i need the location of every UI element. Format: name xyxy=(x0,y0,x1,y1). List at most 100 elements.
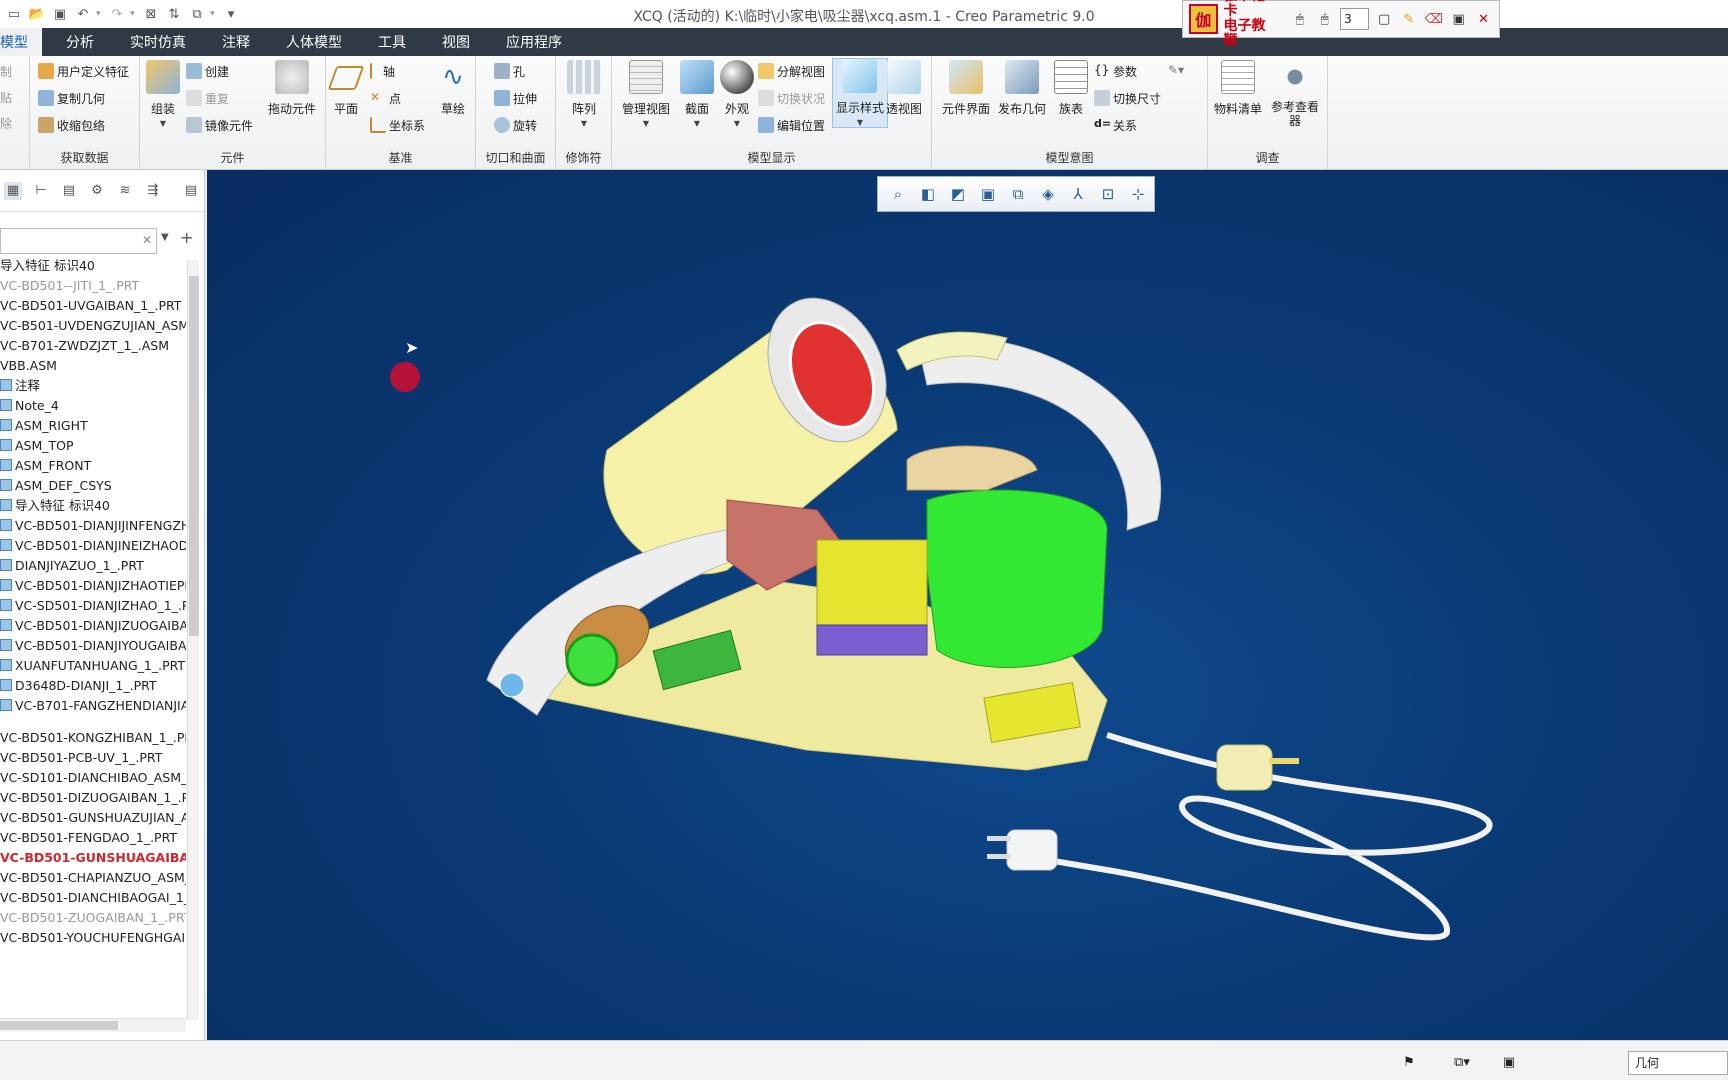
group-label-model-display[interactable]: 模型显示 xyxy=(612,149,931,166)
customize-qat-icon[interactable]: ▾ xyxy=(221,4,241,24)
drag-component-button[interactable]: 拖动元件 xyxy=(268,60,316,117)
tree-item[interactable]: VC-BD501-DIANJIYOUGAIBAI xyxy=(0,636,186,656)
family-table-button[interactable]: 族表 xyxy=(1054,60,1088,117)
axis-button[interactable]: 轴 xyxy=(370,60,395,82)
switch-dimensions-button[interactable]: 切换尺寸 xyxy=(1094,87,1161,109)
pen-size-stepper[interactable]: 3 xyxy=(1340,8,1369,30)
undo-icon[interactable]: ↶ xyxy=(73,4,93,24)
tree-item[interactable]: VC-B501-UVDENGZUJIAN_ASM_1 xyxy=(0,316,186,336)
tree-item[interactable]: VC-BD501-ZUOGAIBAN_1_.PRT xyxy=(0,908,186,928)
tree-item[interactable]: 注释 xyxy=(0,376,186,396)
assemble-button[interactable]: 组装 ▼ xyxy=(146,60,180,128)
tab-applications[interactable]: 应用程序 xyxy=(488,28,580,56)
folder-browser-icon[interactable]: ▤ xyxy=(60,182,78,200)
tab-tools[interactable]: 工具 xyxy=(360,28,424,56)
close-window-icon[interactable]: ⊠ xyxy=(141,4,161,24)
tree-item[interactable]: VC-BD501-GUNSHUAGAIBAN xyxy=(0,848,186,868)
group-label-model-intent[interactable]: 模型意图 xyxy=(932,149,1207,166)
tree-item[interactable]: ASM_RIGHT xyxy=(0,416,186,436)
tree-item[interactable]: 导入特征 标识40 xyxy=(0,496,186,516)
tab-simulation[interactable]: 实时仿真 xyxy=(112,28,204,56)
group-label-cut-surface[interactable]: 切口和曲面 xyxy=(476,149,555,166)
tree-item[interactable]: DIANJIYAZUO_1_.PRT xyxy=(0,556,186,576)
geometry-filter-select[interactable]: 几何 xyxy=(1628,1051,1728,1075)
tree-item[interactable]: VBB.ASM xyxy=(0,356,186,376)
tree-item[interactable]: VC-BD501-KONGZHIBAN_1_.PRT xyxy=(0,728,186,748)
tree-columns-icon[interactable]: ⇶ xyxy=(144,182,162,200)
tree-item[interactable]: VC-BD501-DIANJINEIZHAOD xyxy=(0,536,186,556)
paste-button[interactable]: 贴 xyxy=(0,86,12,108)
tree-item[interactable]: VC-BD501-FENGDAO_1_.PRT xyxy=(0,828,186,848)
clear-search-icon[interactable]: ✕ xyxy=(142,233,152,247)
sketch-button[interactable]: ∿ 草绘 xyxy=(436,60,470,117)
repeat-button[interactable]: 重复 xyxy=(186,87,229,109)
tree-item[interactable]: XUANFUTANHUANG_1_.PRT xyxy=(0,656,186,676)
copy-geometry-button[interactable]: 复制几何 xyxy=(38,87,105,109)
tree-item[interactable]: VC-SD101-DIANCHIBAO_ASM_1_ xyxy=(0,768,186,788)
tab-analysis[interactable]: 分析 xyxy=(48,28,112,56)
edit-position-button[interactable]: 编辑位置 xyxy=(758,114,825,136)
display-style-button[interactable]: 显示样式 ▼ xyxy=(832,58,889,128)
copy-button[interactable]: 制 xyxy=(0,60,12,82)
add-filter-icon[interactable]: + xyxy=(180,228,193,247)
tree-item[interactable]: 导入特征 标识40 xyxy=(0,256,186,276)
tree-hscroll-thumb[interactable] xyxy=(0,1021,118,1030)
close-icon[interactable]: ✕ xyxy=(1474,9,1493,29)
layers-icon[interactable]: ≋ xyxy=(116,182,134,200)
tree-item[interactable]: ASM_TOP xyxy=(0,436,186,456)
parameters-button[interactable]: {} 参数 xyxy=(1094,60,1137,82)
tab-annotate[interactable]: 注释 xyxy=(204,28,268,56)
bom-button[interactable]: 物料清单 xyxy=(1214,60,1262,117)
delete-button[interactable]: 除 xyxy=(0,112,12,134)
group-label-datum[interactable]: 基准 xyxy=(326,149,475,166)
appearance-button[interactable]: 外观 ▼ xyxy=(720,60,754,128)
point-button[interactable]: ✕ 点 xyxy=(370,87,401,109)
tree-item[interactable]: ASM_FRONT xyxy=(0,456,186,476)
search-options-dropdown-icon[interactable]: ▼ xyxy=(161,232,169,243)
tab-manikin[interactable]: 人体模型 xyxy=(268,28,360,56)
graphics-area[interactable]: ⌕ ◧ ◩ ▣ ⧉ ◈ ⅄ ⊡ ⊹ ➤ xyxy=(207,170,1728,1040)
hole-button[interactable]: 孔 xyxy=(494,60,525,82)
tree-vertical-scrollbar[interactable] xyxy=(187,260,199,1020)
tree-item[interactable]: Note_4 xyxy=(0,396,186,416)
redo-dropdown-icon[interactable]: ▾ xyxy=(130,9,138,19)
favorites-icon[interactable]: ▤ xyxy=(182,182,200,200)
tab-view[interactable]: 视图 xyxy=(424,28,488,56)
perspective-button[interactable]: 透视图 xyxy=(886,60,922,117)
relations-button[interactable]: d= 关系 xyxy=(1094,114,1137,136)
csys-button[interactable]: 坐标系 xyxy=(370,114,425,136)
windows-dropdown-icon[interactable]: ▾ xyxy=(210,9,218,19)
group-label-get-data[interactable]: 获取数据 xyxy=(30,149,139,166)
tree-search-input[interactable]: ✕ xyxy=(0,228,157,254)
section-button[interactable]: 截面 ▼ xyxy=(680,60,714,128)
pattern-button[interactable]: 阵列 ▼ xyxy=(567,60,601,128)
redo-icon[interactable]: ↷ xyxy=(107,4,127,24)
tree-item[interactable]: VC-BD501-PCB-UV_1_.PRT xyxy=(0,748,186,768)
message-flag-icon[interactable]: ⚑ xyxy=(1398,1051,1420,1073)
tab-model[interactable]: 模型 xyxy=(0,28,42,56)
regenerate-icon[interactable]: ⇅ xyxy=(164,4,184,24)
group-label-investigate[interactable]: 调查 xyxy=(1208,149,1327,166)
tree-item[interactable]: VC-BD501-YOUCHUFENGHGAIBA xyxy=(0,928,186,948)
tree-item[interactable]: VC-SD501-DIANJIZHAO_1_.PR xyxy=(0,596,186,616)
mouse-left-icon[interactable]: 🖱 xyxy=(1290,9,1309,29)
toggle-status-button[interactable]: 切换状况 xyxy=(758,87,825,109)
explode-view-button[interactable]: 分解视图 xyxy=(758,60,825,82)
tree-item[interactable]: VC-BD501-DIANJIZHAOTIEPI xyxy=(0,576,186,596)
open-folder-icon[interactable]: 📂 xyxy=(27,4,47,24)
revolve-button[interactable]: 旋转 xyxy=(494,114,537,136)
manage-views-button[interactable]: 管理视图 ▼ xyxy=(622,60,670,128)
tree-horizontal-scrollbar[interactable] xyxy=(0,1018,186,1032)
new-file-icon[interactable]: ▭ xyxy=(4,4,24,24)
tree-item[interactable]: VC-BD501-DIZUOGAIBAN_1_.PRT xyxy=(0,788,186,808)
selection-filter-icon[interactable]: ⧉▾ xyxy=(1444,1051,1480,1073)
tree-item[interactable]: VC-BD501-DIANJIZUOGAIBAI xyxy=(0,616,186,636)
tree-item[interactable]: VC-B701-ZWDZJZT_1_.ASM xyxy=(0,336,186,356)
create-component-button[interactable]: 创建 xyxy=(186,60,229,82)
shrinkwrap-button[interactable]: 收缩包络 xyxy=(38,114,105,136)
pen-icon[interactable]: ✎ xyxy=(1400,9,1419,29)
windows-icon[interactable]: ⧉ xyxy=(187,4,207,24)
vacuum-cleaner-model[interactable] xyxy=(207,170,1728,1040)
udf-button[interactable]: 用户定义特征 xyxy=(38,60,129,82)
model-tree-tab-icon[interactable]: ▦ xyxy=(4,181,22,200)
